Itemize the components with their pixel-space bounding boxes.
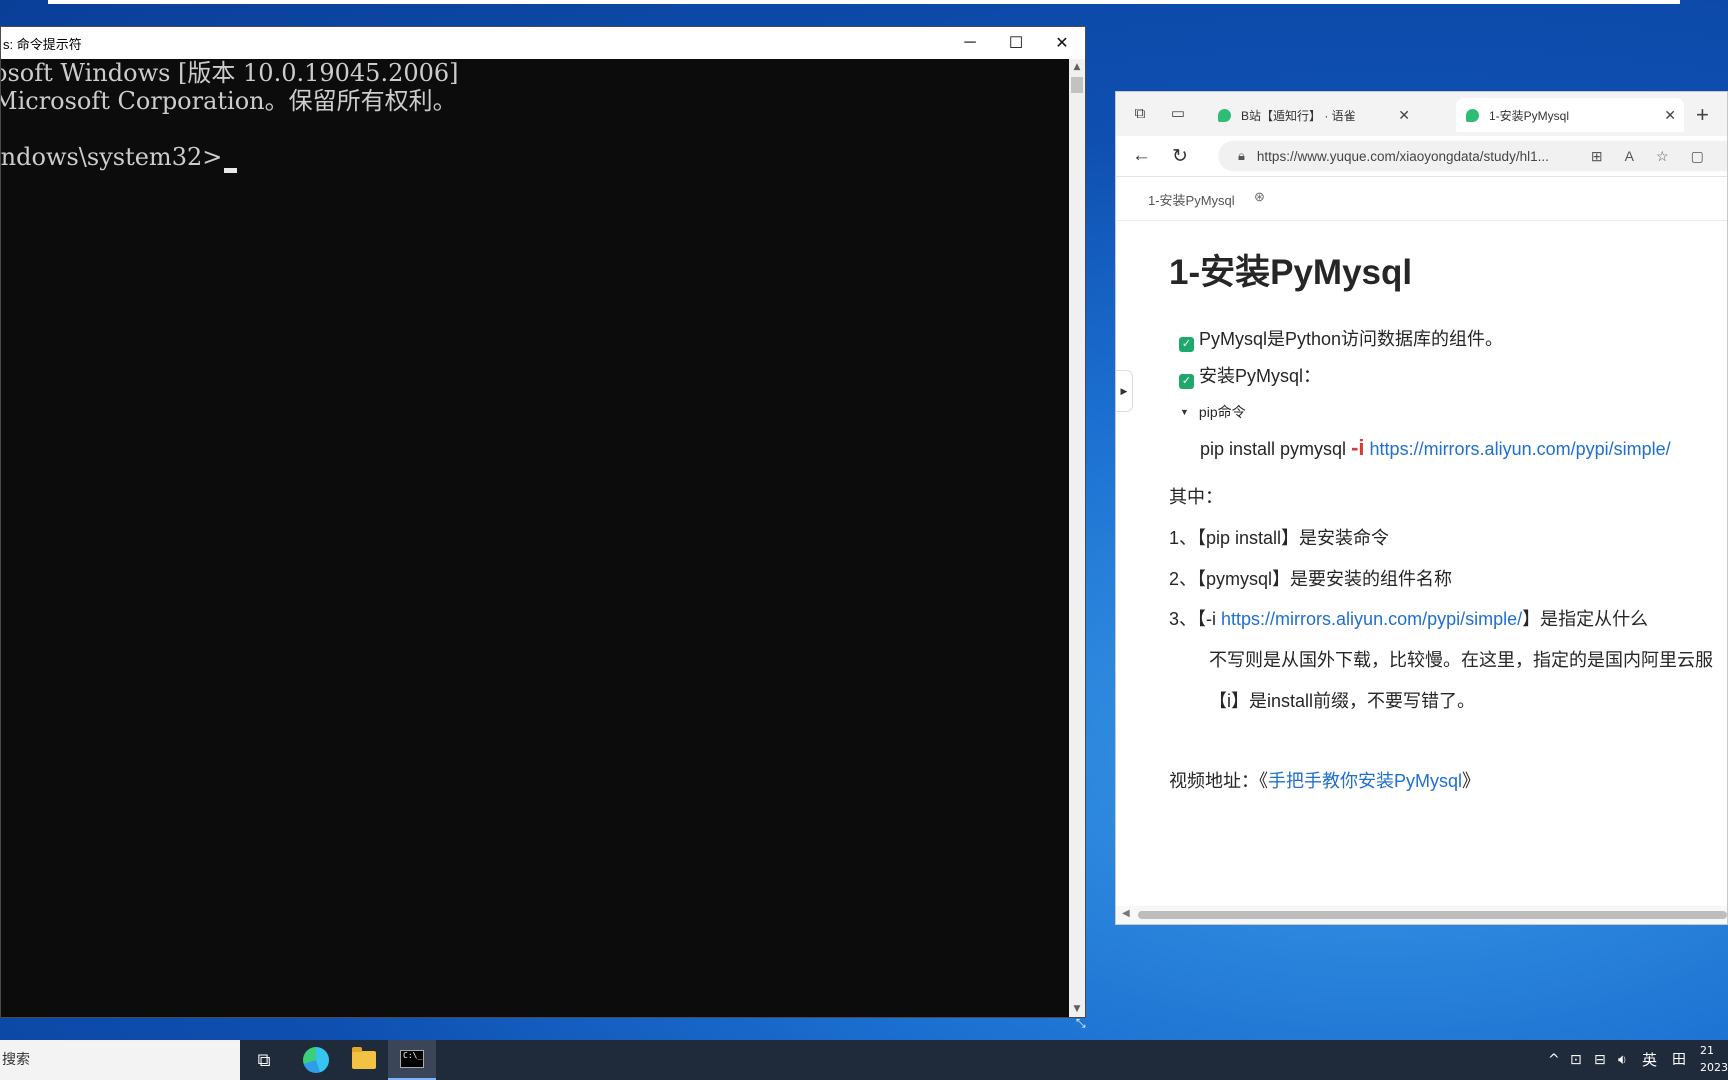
close-button[interactable]: ✕ (1039, 27, 1085, 59)
background-window-edge (48, 0, 1680, 4)
read-aloud-icon[interactable]: A (1625, 148, 1634, 164)
close-icon: ✕ (1055, 35, 1069, 52)
workspaces-icon[interactable]: ⧉ (1130, 104, 1150, 124)
task-view-icon: ⧉ (257, 1049, 271, 1071)
maximize-icon: ☐ (1008, 35, 1024, 52)
favorite-star-icon[interactable]: ☆ (1656, 148, 1669, 165)
back-arrow-icon[interactable]: ← (1132, 145, 1151, 167)
scroll-thumb[interactable] (1138, 911, 1727, 919)
cmd-title: s: 命令提示符 (3, 36, 82, 52)
yuque-favicon-icon (1466, 108, 1479, 122)
scroll-thumb[interactable] (1071, 77, 1083, 93)
scroll-up-arrow-icon[interactable]: ▲ (1069, 59, 1085, 75)
list-item-continuation: 【i】是install前缀，不要写错了。 (1209, 691, 1476, 711)
address-bar-row: ← ↻ 🔒︎ https://www.yuque.com/xiaoyongdat… (1116, 136, 1727, 177)
console-line: Microsoft Corporation。保留所有权利。 (1, 87, 457, 115)
document-header: 1-安装PyMysql ⊛ (1116, 176, 1727, 221)
checkbox-checked-icon[interactable]: ✓ (1179, 337, 1194, 352)
toggle-block-header[interactable]: ▼ pip命令 (1180, 402, 1246, 422)
cmd-titlebar[interactable]: s: 命令提示符 ─ ☐ ✕ (1, 27, 1085, 59)
collections-icon[interactable]: ▢ (1691, 148, 1704, 165)
mirror-link[interactable]: https://mirrors.aliyun.com/pypi/simple/ (1370, 439, 1671, 459)
tab-install-pymysql[interactable]: 1-安装PyMysql ✕ (1456, 98, 1684, 132)
tab-close-icon[interactable]: ✕ (1664, 107, 1676, 124)
address-bar[interactable]: 🔒︎ https://www.yuque.com/xiaoyongdata/st… (1218, 141, 1727, 171)
horizontal-scrollbar[interactable]: ◀ (1116, 906, 1727, 924)
file-explorer-taskbar-button[interactable] (340, 1040, 388, 1080)
edge-icon (303, 1047, 329, 1073)
paragraph: 其中： (1169, 487, 1223, 507)
breadcrumb[interactable]: 1-安装PyMysql (1148, 190, 1235, 209)
cmd-icon: C:\_ (400, 1050, 424, 1068)
checklist-item: ✓ PyMysql是Python访问数据库的组件。 (1179, 325, 1503, 352)
video-address: 视频地址：《手把手教你安装PyMysql》 (1169, 771, 1481, 791)
console-prompt: indows\system32> (1, 143, 223, 171)
cmd-taskbar-button[interactable]: C:\_ (388, 1040, 436, 1080)
cmd-console[interactable]: osoft Windows [版本 10.0.19045.2006] Micro… (1, 59, 1069, 1017)
list-item: 1、【pip install】是安装命令 (1169, 528, 1390, 548)
app-available-icon[interactable]: ⊞ (1591, 148, 1603, 165)
video-link[interactable]: 手把手教你安装PyMysql (1268, 771, 1462, 791)
pip-command: pip install pymysql -i https://mirrors.a… (1200, 435, 1671, 460)
tab-close-icon[interactable]: ✕ (1398, 107, 1410, 124)
page-title: 1-安装PyMysql (1169, 253, 1413, 292)
scroll-down-arrow-icon[interactable]: ▼ (1069, 1001, 1085, 1017)
checklist-item: ✓ 安装PyMysql： (1179, 362, 1321, 389)
maximize-button[interactable]: ☐ (993, 27, 1039, 59)
url-text[interactable]: https://www.yuque.com/xiaoyongdata/study… (1257, 149, 1569, 164)
text-cursor (224, 168, 238, 173)
list-item: 2、【pymysql】是要安装的组件名称 (1169, 569, 1453, 589)
document-body: 1-安装PyMysql ✓ PyMysql是Python访问数据库的组件。 ✓ 安装… (1116, 220, 1727, 924)
tab-label: B站【遁知行】 · 语雀 (1241, 108, 1356, 123)
minimize-button[interactable]: ─ (947, 27, 993, 59)
refresh-icon[interactable]: ↻ (1172, 145, 1188, 168)
new-tab-icon[interactable]: + (1696, 102, 1709, 128)
list-item: 3、【-i https://mirrors.aliyun.com/pypi/si… (1169, 609, 1649, 629)
cmd-vertical-scrollbar[interactable]: ▲ ▼ (1069, 59, 1085, 1017)
minimize-icon: ─ (964, 34, 976, 51)
lock-icon: 🔒︎ (1238, 148, 1245, 163)
list-item-continuation: 不写则是从国外下载，比较慢。在这里，指定的是国内阿里云服 (1209, 650, 1713, 670)
taskbar-search-box[interactable]: 搜索 (0, 1040, 240, 1080)
task-view-button[interactable]: ⧉ (240, 1040, 288, 1080)
sync-status-icon: ⊛ (1254, 189, 1265, 204)
browser-window[interactable]: ⧉ ▭ B站【遁知行】 · 语雀 ✕ 1-安装PyMysql ✕ + ← ↻ 🔒… (1115, 91, 1728, 925)
resize-grip-icon[interactable]: ⤡ (1076, 1016, 1726, 1078)
mirror-link[interactable]: https://mirrors.aliyun.com/pypi/simple/ (1221, 609, 1522, 629)
checkbox-checked-icon[interactable]: ✓ (1179, 374, 1194, 389)
tab-yuque-home[interactable]: B站【遁知行】 · 语雀 ✕ (1208, 98, 1418, 132)
cmd-window[interactable]: s: 命令提示符 ─ ☐ ✕ osoft Windows [版本 10.0.19… (0, 26, 1086, 1018)
console-prompt-line: indows\system32> (1, 143, 1069, 173)
caret-down-icon[interactable]: ▼ (1180, 407, 1189, 417)
scroll-left-arrow-icon[interactable]: ◀ (1122, 908, 1130, 919)
edge-taskbar-button[interactable] (292, 1040, 340, 1080)
flag-text: -i (1351, 435, 1365, 460)
yuque-favicon-icon (1218, 108, 1231, 122)
tab-bar: ⧉ ▭ B站【遁知行】 · 语雀 ✕ 1-安装PyMysql ✕ + (1116, 92, 1727, 136)
folder-icon (352, 1047, 376, 1069)
console-line: osoft Windows [版本 10.0.19045.2006] (1, 59, 459, 87)
tab-label: 1-安装PyMysql (1489, 108, 1570, 123)
tab-actions-icon[interactable]: ▭ (1168, 104, 1188, 124)
